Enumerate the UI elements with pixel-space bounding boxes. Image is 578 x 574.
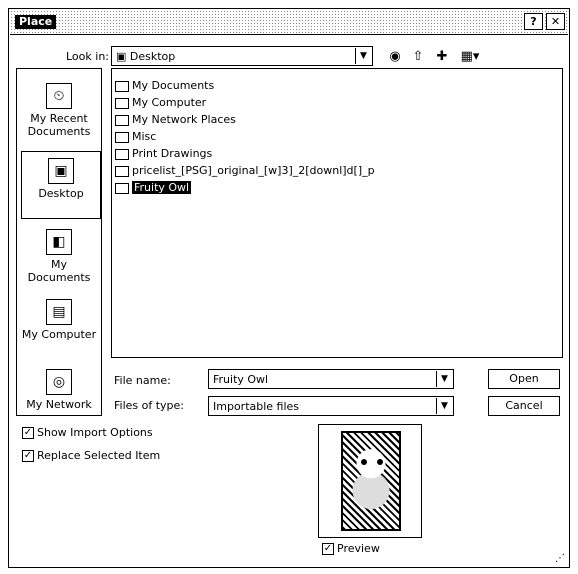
files-of-type-select[interactable]: Importable files ▼ [208, 396, 454, 416]
show-import-options-checkbox[interactable]: ✓ [22, 427, 34, 439]
place-label: Desktop [38, 187, 84, 200]
help-icon: ? [530, 15, 537, 28]
my-documents-icon: ◧ [46, 229, 72, 255]
my-computer-icon: ▤ [46, 299, 72, 325]
list-item[interactable]: My Computer [115, 95, 206, 111]
close-button[interactable]: ✕ [546, 13, 565, 30]
files-of-type-value: Importable files [213, 400, 300, 413]
new-folder-icon[interactable]: ✚ [433, 48, 451, 66]
help-button[interactable]: ? [524, 13, 543, 30]
place-my-computer[interactable]: ▤ My Computer [19, 293, 99, 361]
back-icon[interactable]: ◉ [386, 48, 404, 66]
preview-checkbox[interactable]: ✓ [322, 543, 334, 555]
look-in-value: Desktop [129, 50, 176, 63]
look-in-label: Look in: [66, 50, 109, 63]
show-import-options-label: Show Import Options [37, 426, 153, 439]
place-my-network[interactable]: ◎ My Network [19, 363, 99, 431]
my-network-icon: ◎ [46, 369, 72, 395]
up-folder-icon[interactable]: ⇧ [409, 48, 427, 66]
folder-icon [115, 80, 129, 92]
place-my-recent-documents[interactable]: ⏲ My Recent Documents [19, 77, 99, 145]
place-desktop[interactable]: ▣ Desktop [21, 151, 101, 219]
list-item[interactable]: My Network Places [115, 112, 236, 128]
place-label: My Documents [27, 258, 91, 284]
file-list: My Documents My Computer My Network Plac… [111, 68, 563, 358]
place-my-documents[interactable]: ◧ My Documents [19, 223, 99, 291]
look-in-select[interactable]: ▣ Desktop ▼ [111, 46, 373, 66]
file-name-value: Fruity Owl [213, 373, 269, 386]
desktop-icon: ▣ [48, 158, 74, 184]
window-title: Place [15, 15, 57, 29]
folder-icon [115, 131, 129, 143]
list-item[interactable]: My Documents [115, 78, 214, 94]
open-button[interactable]: Open [488, 369, 560, 389]
list-item[interactable]: Print Drawings [115, 146, 212, 162]
list-item[interactable]: pricelist_[PSG]_original_[w]3]_2[downl]d… [115, 163, 375, 179]
desktop-small-icon: ▣ [116, 50, 127, 63]
cancel-button[interactable]: Cancel [488, 396, 560, 416]
view-menu-icon[interactable]: ▦▾ [458, 48, 482, 66]
image-file-icon [115, 182, 129, 194]
resize-grip-icon[interactable]: ⋰ [555, 553, 565, 564]
replace-selected-item-label: Replace Selected Item [37, 449, 161, 462]
file-icon [115, 165, 129, 177]
place-label: My Network [26, 398, 92, 411]
replace-selected-item-checkbox[interactable]: ✓ [22, 450, 34, 462]
file-name-input[interactable]: Fruity Owl ▼ [208, 369, 454, 389]
recent-documents-icon: ⏲ [46, 83, 72, 109]
chevron-down-icon[interactable]: ▼ [355, 48, 371, 64]
title-bar[interactable]: Place ? ✕ [10, 10, 568, 35]
network-icon [115, 114, 129, 126]
computer-icon [115, 97, 129, 109]
preview-panel [318, 424, 422, 538]
file-name-label: File name: [114, 374, 171, 387]
close-icon: ✕ [550, 15, 561, 28]
list-item[interactable]: Misc [115, 129, 156, 145]
folder-icon [115, 148, 129, 160]
list-item[interactable]: Fruity Owl [115, 180, 192, 196]
place-label: My Computer [21, 328, 97, 341]
owl-preview-image [341, 431, 401, 531]
files-of-type-label: Files of type: [114, 399, 185, 412]
places-bar: ⏲ My Recent Documents ▣ Desktop ◧ My Doc… [16, 68, 102, 416]
preview-label: Preview [337, 542, 380, 555]
chevron-down-icon[interactable]: ▼ [436, 398, 452, 414]
chevron-down-icon[interactable]: ▼ [436, 371, 452, 387]
place-label: My Recent Documents [27, 112, 91, 138]
